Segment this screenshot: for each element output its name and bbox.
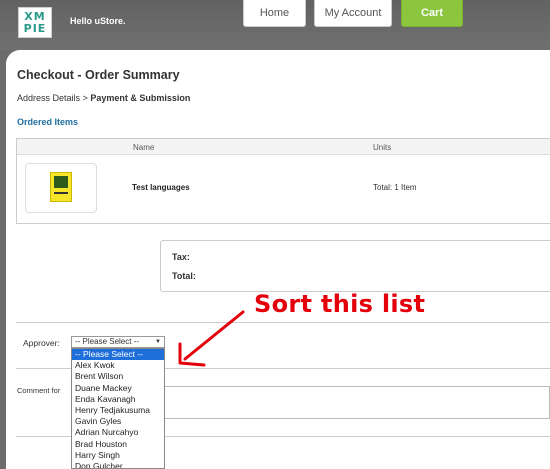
annotation-arrow-icon: [178, 310, 245, 367]
